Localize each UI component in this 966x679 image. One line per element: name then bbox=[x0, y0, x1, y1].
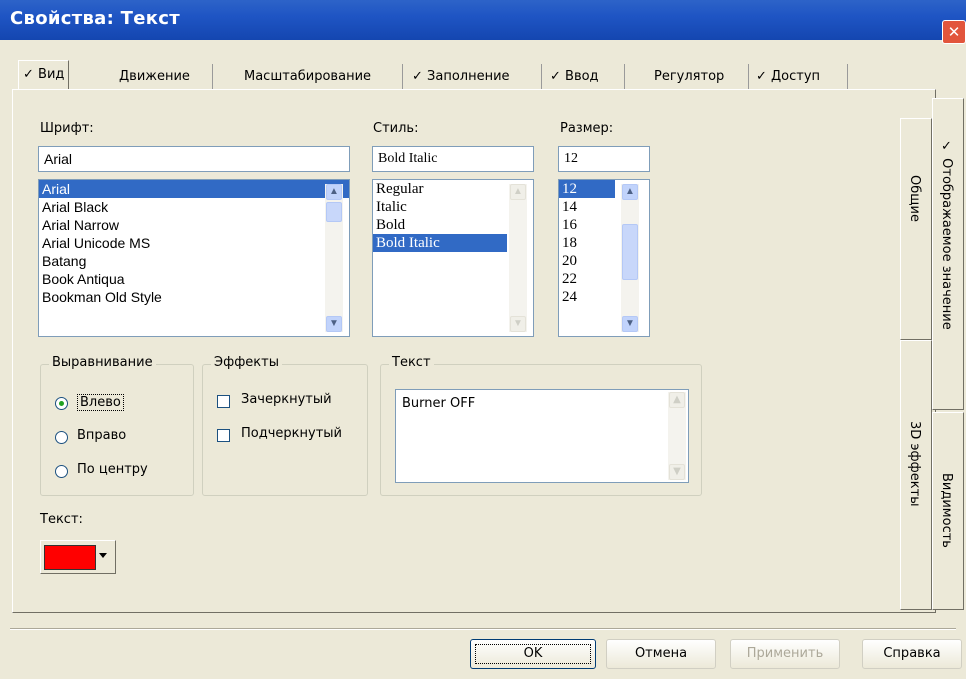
side-tab-displayed-value[interactable]: ✓ Отображаемое значение bbox=[932, 98, 964, 410]
scroll-thumb[interactable] bbox=[622, 224, 638, 280]
alignment-title: Выравнивание bbox=[49, 355, 156, 370]
scroll-up-icon: ▲ bbox=[510, 184, 526, 200]
focus-indicator bbox=[475, 644, 591, 664]
scroll-thumb[interactable] bbox=[326, 202, 342, 222]
alignment-group: Выравнивание Влево Вправо По центру bbox=[40, 355, 194, 496]
title-bar: Свойства: Текст ✕ bbox=[0, 0, 966, 44]
properties-dialog: Свойства: Текст ✕ ✓ Вид Движение Масштаб… bbox=[0, 0, 966, 679]
tab-view[interactable]: ✓ Вид bbox=[18, 60, 70, 89]
text-scrollbar: ▲ ▼ bbox=[668, 392, 686, 480]
style-list[interactable]: Regular Italic Bold Bold Italic ▲ ▼ bbox=[372, 179, 534, 337]
scroll-up-icon[interactable]: ▲ bbox=[326, 184, 342, 200]
size-list[interactable]: 12 14 16 18 20 22 24 ▲ ▼ bbox=[558, 179, 650, 337]
strikeout-label[interactable]: Зачеркнутый bbox=[241, 392, 332, 407]
size-label: Размер: bbox=[560, 121, 614, 136]
tab-access[interactable]: ✓ Доступ bbox=[752, 66, 824, 88]
list-item[interactable]: Bookman Old Style bbox=[39, 288, 349, 306]
text-group-title: Текст bbox=[389, 355, 434, 370]
list-item[interactable]: 16 bbox=[559, 216, 615, 234]
help-button[interactable]: Справка bbox=[862, 639, 962, 669]
list-item[interactable]: 20 bbox=[559, 252, 615, 270]
tab-regulator[interactable]: Регулятор bbox=[650, 66, 728, 88]
scroll-up-icon[interactable]: ▲ bbox=[622, 184, 638, 200]
list-item[interactable]: 18 bbox=[559, 234, 615, 252]
side-tab-visibility-label: Видимость bbox=[939, 473, 954, 548]
scroll-down-icon[interactable]: ▼ bbox=[622, 316, 638, 332]
tab-separator bbox=[748, 64, 749, 90]
list-item[interactable]: Arial Unicode MS bbox=[39, 234, 349, 252]
list-item[interactable]: Arial bbox=[39, 180, 349, 198]
tab-separator bbox=[541, 64, 542, 90]
apply-button[interactable]: Применить bbox=[730, 639, 840, 669]
text-color-button[interactable] bbox=[40, 540, 116, 574]
underline-label[interactable]: Подчеркнутый bbox=[241, 426, 342, 441]
effects-title: Эффекты bbox=[211, 355, 282, 370]
text-color-label: Текст: bbox=[40, 512, 83, 527]
list-item[interactable]: Book Antiqua bbox=[39, 270, 349, 288]
font-list[interactable]: Arial Arial Black Arial Narrow Arial Uni… bbox=[38, 179, 350, 337]
list-item[interactable]: Arial Narrow bbox=[39, 216, 349, 234]
size-scrollbar[interactable]: ▲ ▼ bbox=[621, 184, 639, 332]
side-tab-displayed-value-label: ✓ Отображаемое значение bbox=[939, 139, 954, 330]
list-item[interactable]: 14 bbox=[559, 198, 615, 216]
tab-fill[interactable]: ✓ Заполнение bbox=[408, 66, 514, 88]
list-item[interactable]: 24 bbox=[559, 288, 615, 306]
ok-button[interactable]: OK bbox=[470, 639, 596, 669]
size-input[interactable]: 12 bbox=[558, 146, 650, 172]
tab-separator bbox=[212, 64, 213, 90]
close-button[interactable]: ✕ bbox=[942, 20, 966, 44]
align-left-label[interactable]: Влево bbox=[77, 394, 124, 411]
list-item[interactable]: 22 bbox=[559, 270, 615, 288]
align-center-label[interactable]: По центру bbox=[77, 462, 148, 477]
style-label: Стиль: bbox=[373, 121, 419, 136]
align-left-radio[interactable] bbox=[55, 397, 68, 410]
side-tab-3d-effects-label: 3D эффекты bbox=[907, 421, 922, 507]
side-tab-general[interactable]: Общие bbox=[900, 118, 932, 340]
font-input[interactable]: Arial bbox=[38, 146, 350, 172]
list-item[interactable]: Bold Italic bbox=[373, 234, 507, 252]
bottom-separator bbox=[10, 628, 956, 630]
side-tab-general-label: Общие bbox=[907, 175, 922, 222]
tab-scaling[interactable]: Масштабирование bbox=[240, 66, 375, 88]
tab-movement[interactable]: Движение bbox=[115, 66, 194, 88]
scroll-down-icon: ▼ bbox=[669, 464, 685, 480]
tab-separator bbox=[624, 64, 625, 90]
side-tab-3d-effects[interactable]: 3D эффекты bbox=[900, 340, 932, 610]
effects-group: Эффекты Зачеркнутый Подчеркнутый bbox=[202, 355, 368, 496]
list-item[interactable]: Arial Black bbox=[39, 198, 349, 216]
text-value: Burner OFF bbox=[402, 396, 476, 411]
underline-checkbox[interactable] bbox=[217, 429, 230, 442]
scroll-down-icon[interactable]: ▼ bbox=[326, 316, 342, 332]
align-right-label[interactable]: Вправо bbox=[77, 428, 126, 443]
scroll-up-icon: ▲ bbox=[669, 392, 685, 408]
strikeout-checkbox[interactable] bbox=[217, 395, 230, 408]
list-item[interactable]: Italic bbox=[373, 198, 507, 216]
text-group: Текст Burner OFF ▲ ▼ bbox=[380, 355, 702, 496]
side-tab-visibility[interactable]: Видимость bbox=[932, 412, 964, 610]
style-input[interactable]: Bold Italic bbox=[372, 146, 534, 172]
font-scrollbar[interactable]: ▲ ▼ bbox=[325, 184, 343, 332]
scroll-down-icon: ▼ bbox=[510, 316, 526, 332]
list-item[interactable]: Bold bbox=[373, 216, 507, 234]
text-value-field[interactable]: Burner OFF ▲ ▼ bbox=[395, 389, 689, 483]
style-scrollbar: ▲ ▼ bbox=[509, 184, 527, 332]
window-title: Свойства: Текст bbox=[10, 8, 180, 29]
align-center-radio[interactable] bbox=[55, 465, 68, 478]
font-label: Шрифт: bbox=[40, 121, 94, 136]
dropdown-arrow-icon bbox=[99, 553, 107, 558]
cancel-button[interactable]: Отмена bbox=[606, 639, 716, 669]
tab-input[interactable]: ✓ Ввод bbox=[546, 66, 603, 88]
align-right-radio[interactable] bbox=[55, 431, 68, 444]
tab-separator bbox=[402, 64, 403, 90]
list-item[interactable]: 12 bbox=[559, 180, 615, 198]
tab-separator bbox=[847, 64, 848, 90]
color-swatch bbox=[44, 545, 96, 570]
list-item[interactable]: Regular bbox=[373, 180, 507, 198]
list-item[interactable]: Batang bbox=[39, 252, 349, 270]
